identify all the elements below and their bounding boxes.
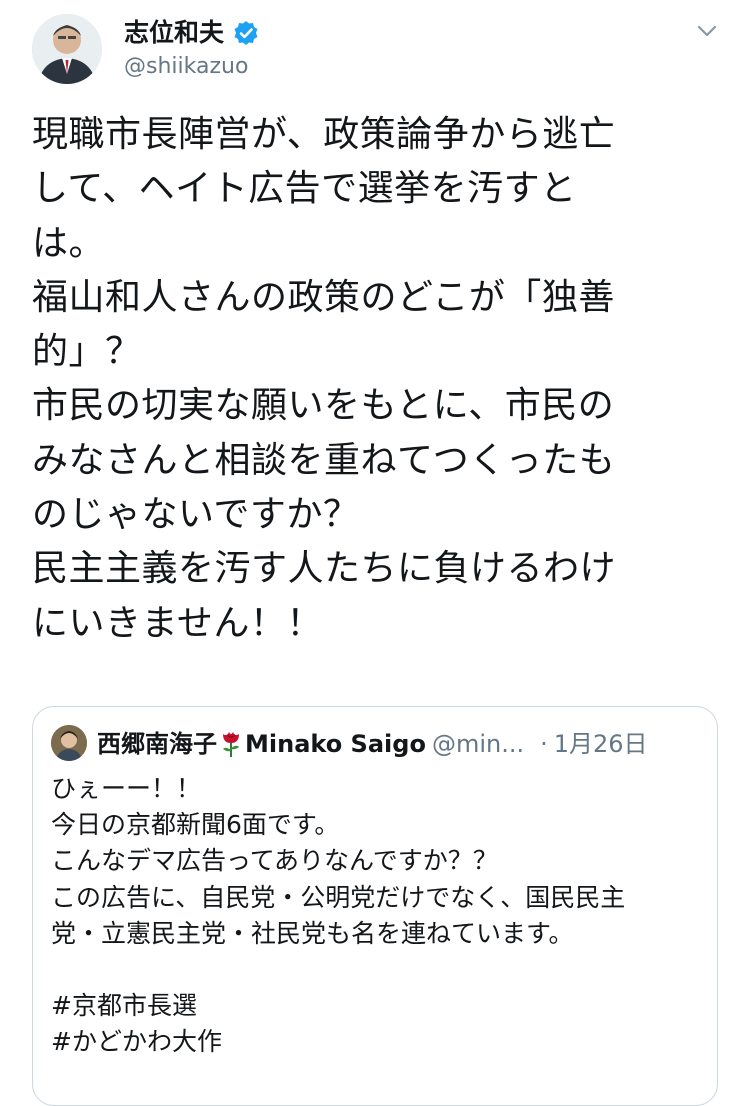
- verified-badge-icon: [233, 20, 259, 46]
- meta-separator: ·: [540, 730, 548, 758]
- quoted-tweet-text: ひぇーー！！ 今日の京都新聞6面です。 こんなデマ広告ってありなんですか？？ こ…: [51, 774, 626, 1057]
- tweet-text: 現職市長陣営が、政策論争から逃亡 して、ヘイト広告で選挙を汚すと は。 福山和人…: [32, 114, 617, 644]
- rose-emoji-icon: [219, 728, 243, 758]
- quoted-tweet[interactable]: 西郷南海子 Minako Saigo @min... · 1月26日 ひぇーー！！ 今…: [32, 706, 718, 1106]
- quoted-author-handle[interactable]: @min...: [432, 730, 524, 758]
- author-avatar[interactable]: [32, 14, 102, 84]
- author-info: 志位和夫 @shiikazuo: [124, 18, 259, 82]
- tweet-header: 志位和夫 @shiikazuo: [32, 14, 722, 94]
- quoted-author-name[interactable]: 西郷南海子: [97, 730, 217, 758]
- quoted-tweet-header: 西郷南海子 Minako Saigo @min... · 1月26日: [51, 725, 701, 765]
- author-display-name[interactable]: 志位和夫: [124, 18, 224, 48]
- quoted-author-meta: 西郷南海子 Minako Saigo @min... · 1月26日: [97, 727, 648, 761]
- quoted-author-avatar[interactable]: [51, 725, 87, 761]
- quoted-author-latin-name[interactable]: Minako Saigo: [245, 730, 426, 758]
- quoted-tweet-date[interactable]: 1月26日: [554, 730, 648, 758]
- chevron-down-icon[interactable]: [694, 18, 720, 44]
- author-handle[interactable]: @shiikazuo: [124, 52, 259, 82]
